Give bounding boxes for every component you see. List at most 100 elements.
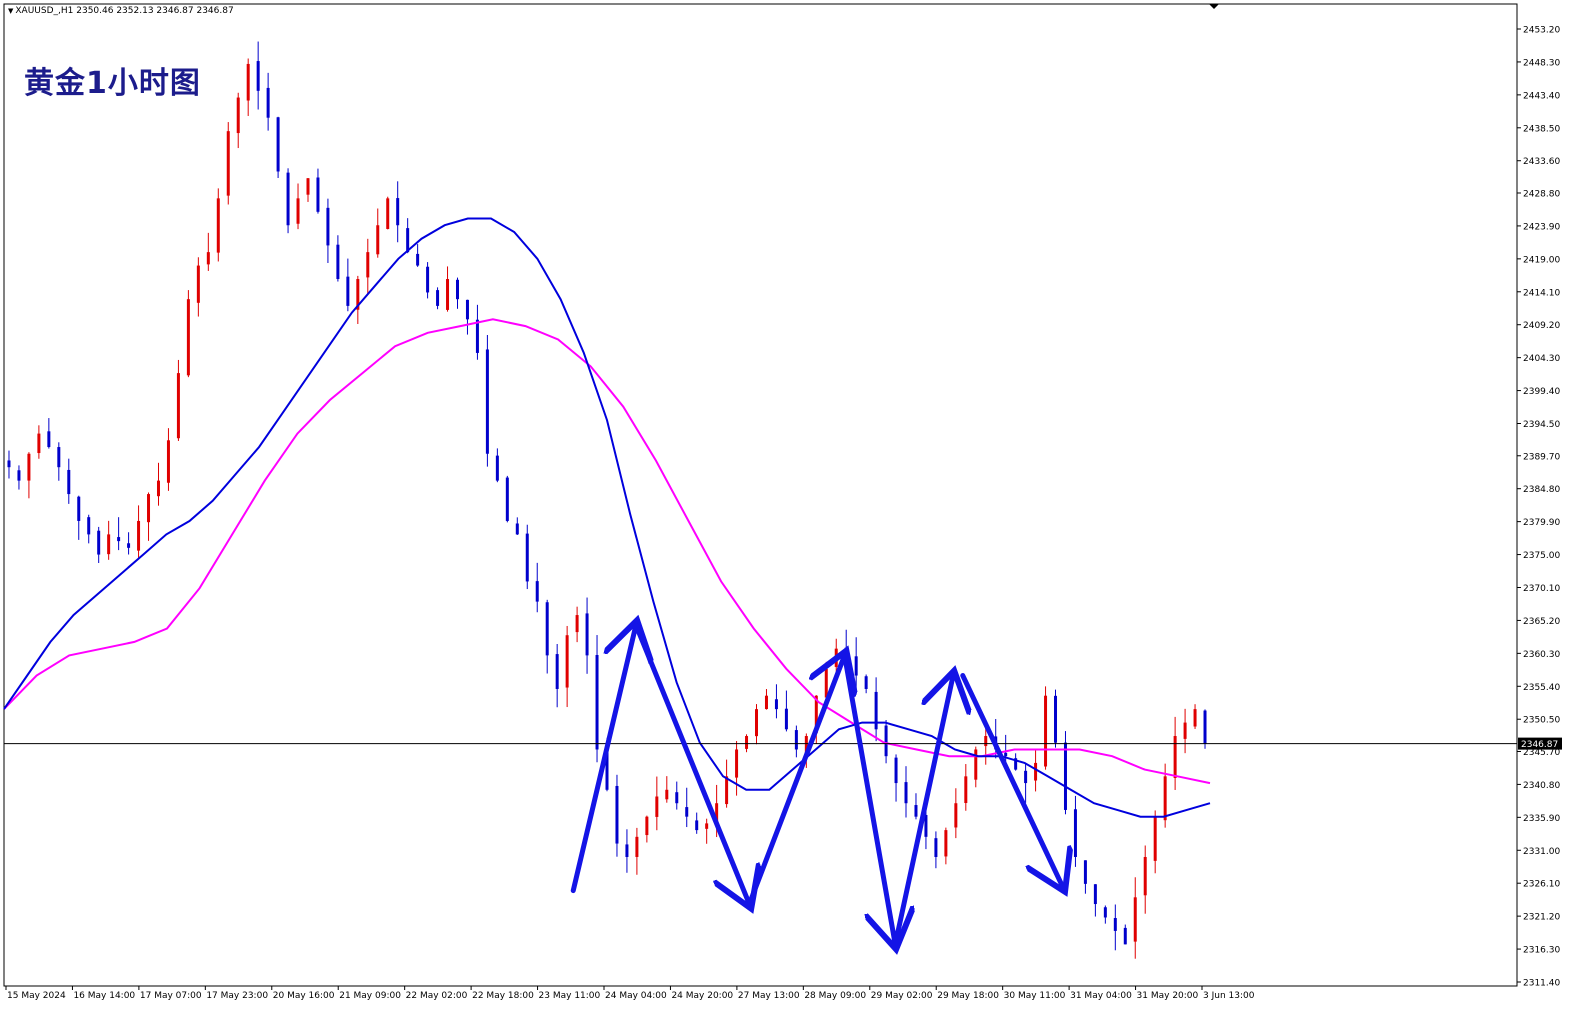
candle-body: [705, 823, 709, 829]
candle-body: [585, 613, 589, 656]
candle-body: [635, 836, 639, 857]
x-axis: 15 May 2024 16 May 14:00 17 May 07:00 17 Ma…: [5, 986, 1255, 1001]
candle-body: [595, 655, 599, 750]
chart-area[interactable]: 2453.20 2448.30 2443.40 2438.50 2433.60 2428.…: [0, 0, 1573, 1013]
candle-body: [665, 789, 669, 800]
x-tick-label: 31 May 04:00: [1070, 991, 1132, 1001]
x-tick-label: 20 May 16:00: [273, 991, 335, 1001]
candle-body: [774, 699, 778, 710]
candle-body: [306, 178, 310, 195]
candle-body: [645, 816, 649, 836]
candle-body: [47, 431, 51, 448]
candle-body: [346, 276, 350, 306]
candle-body: [1163, 776, 1167, 821]
candle-body: [465, 299, 469, 320]
y-tick-label: 2321.20: [1523, 913, 1560, 923]
y-tick-label: 2423.90: [1523, 222, 1560, 232]
candle-body: [1143, 856, 1147, 896]
candle-body: [695, 820, 699, 831]
symbol-ohlc: XAUUSD_,H1 2350.46 2352.13 2346.87 2346.…: [15, 6, 234, 16]
candle-body: [1024, 770, 1028, 784]
candle-body: [27, 453, 31, 481]
candle-body: [834, 648, 838, 667]
candle: [505, 475, 509, 523]
candle-body: [545, 602, 549, 656]
x-tick-label: 30 May 11:00: [1004, 991, 1066, 1001]
candle-body: [1093, 884, 1097, 905]
x-tick-label: 17 May 23:00: [206, 991, 268, 1001]
candle-body: [186, 299, 190, 376]
candle-body: [675, 792, 679, 804]
candle-body: [1193, 709, 1197, 727]
candle-body: [1083, 860, 1087, 884]
candle: [485, 335, 489, 467]
candle-body: [7, 460, 11, 468]
candle-body: [764, 695, 768, 710]
menu-triangle-icon[interactable]: ▼: [8, 7, 13, 15]
candle-body: [396, 198, 400, 226]
y-tick-label: 2326.10: [1523, 880, 1560, 890]
candle-body: [436, 290, 440, 306]
candle-body: [1183, 722, 1187, 739]
x-tick-label: 15 May 2024: [7, 991, 66, 1001]
candle-body: [515, 523, 519, 535]
candle-body: [475, 319, 479, 353]
candle: [1054, 689, 1058, 748]
candle-body: [535, 581, 539, 602]
price-chart[interactable]: 2453.20 2448.30 2443.40 2438.50 2433.60 2428.…: [0, 0, 1573, 1013]
candle-body: [954, 803, 958, 828]
y-tick-label: 2365.20: [1523, 617, 1560, 627]
x-tick-label: 17 May 07:00: [140, 991, 202, 1001]
y-tick-label: 2350.50: [1523, 716, 1560, 726]
candle-body: [176, 373, 180, 439]
candle-body: [1203, 710, 1207, 744]
candle-body: [97, 530, 101, 555]
candle-body: [874, 691, 878, 730]
x-tick-label: 21 May 09:00: [339, 991, 401, 1001]
candle-body: [864, 676, 868, 689]
candle-body: [1123, 927, 1127, 945]
candle-body: [426, 266, 430, 293]
y-tick-label: 2453.20: [1523, 26, 1560, 36]
candle-body: [1073, 809, 1077, 857]
candle-body: [794, 730, 798, 750]
candle-body: [565, 635, 569, 688]
candle-body: [1113, 918, 1117, 931]
candle: [1203, 709, 1207, 749]
candle-body: [485, 349, 489, 454]
candle-body: [1173, 736, 1177, 778]
y-axis: 2453.20 2448.30 2443.40 2438.50 2433.60 2428.…: [1517, 26, 1560, 989]
candle: [226, 122, 230, 205]
x-tick-label: 22 May 02:00: [406, 991, 468, 1001]
candle-body: [87, 517, 91, 535]
candle-body: [914, 805, 918, 817]
candle-body: [226, 131, 230, 196]
candle-body: [904, 782, 908, 804]
y-tick-label: 2409.20: [1523, 321, 1560, 331]
candle-body: [446, 279, 450, 310]
candle-body: [784, 708, 788, 730]
candle-body: [884, 725, 888, 757]
chart-header: ▼ XAUUSD_,H1 2350.46 2352.13 2346.87 2346…: [8, 6, 234, 16]
x-tick-label: 22 May 18:00: [472, 991, 534, 1001]
x-tick-label: 29 May 18:00: [937, 991, 999, 1001]
candle-body: [1034, 762, 1038, 781]
candle-body: [107, 534, 111, 555]
candle-body: [246, 63, 250, 101]
candle-body: [216, 198, 220, 253]
x-tick-label: 27 May 13:00: [738, 991, 800, 1001]
candle-body: [316, 177, 320, 212]
candle-body: [1103, 907, 1107, 918]
y-tick-label: 2335.90: [1523, 814, 1560, 824]
candle-body: [286, 172, 290, 226]
candle: [1044, 686, 1048, 770]
candle-body: [625, 844, 629, 857]
candle-body: [934, 838, 938, 857]
candle-body: [455, 279, 459, 300]
candle-body: [127, 543, 131, 548]
candle-body: [854, 656, 858, 676]
candle-body: [505, 477, 509, 521]
y-tick-label: 2399.40: [1523, 387, 1560, 397]
x-tick-label: 3 Jun 13:00: [1203, 991, 1255, 1001]
candle-body: [206, 252, 210, 265]
